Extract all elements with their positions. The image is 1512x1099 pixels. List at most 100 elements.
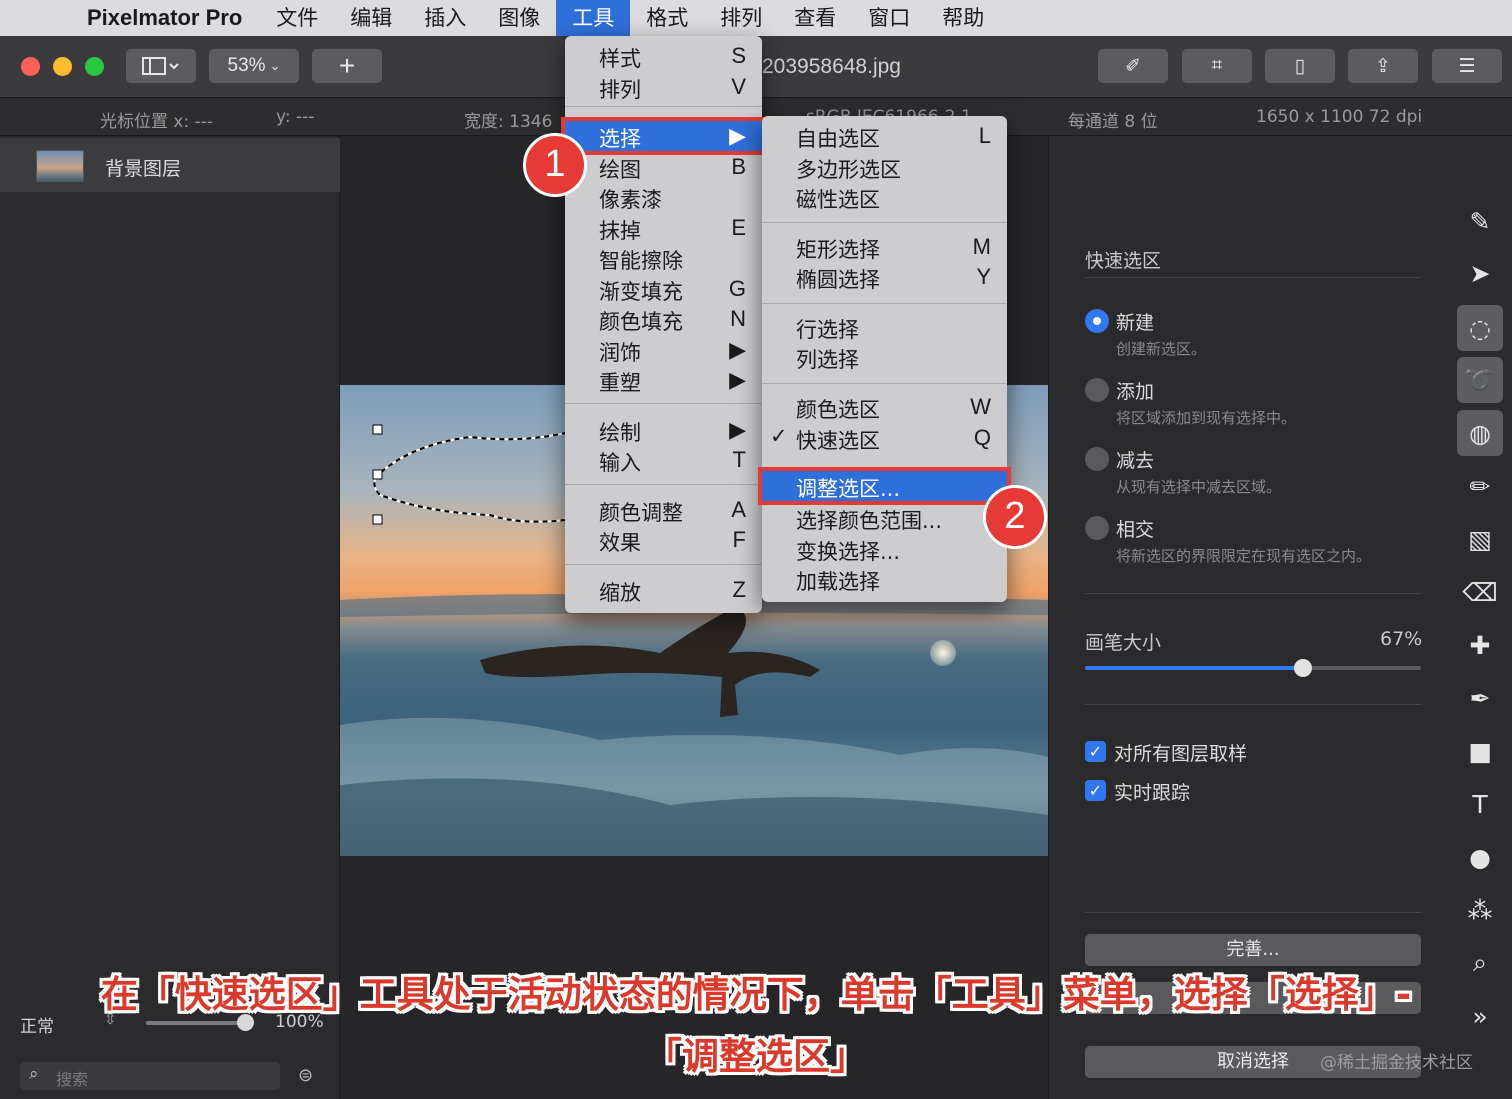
minimize-window-button[interactable] [53, 57, 72, 76]
paint-tools-button[interactable]: ✐ [1098, 49, 1168, 83]
submenu-item-polygon[interactable]: 多边形选区 [762, 152, 1007, 182]
layer-row[interactable]: 背景图层 [0, 138, 340, 192]
submenu-item-refine-selection[interactable]: 调整选区... [758, 467, 1011, 505]
submenu-item-rectangle[interactable]: 矩形选择 M [762, 232, 1007, 262]
live-tracking-checkbox[interactable]: ✓ [1085, 780, 1106, 801]
menu-item-smart-erase[interactable]: 智能擦除 [565, 243, 762, 273]
sample-all-layers-label: 对所有图层取样 [1114, 743, 1248, 765]
brush-size-slider[interactable] [1085, 659, 1421, 677]
app-menu[interactable]: Pixelmator Pro [50, 5, 260, 31]
zoom-value: 53% [227, 55, 266, 76]
submenu-item-ellipse[interactable]: 椭圆选择 Y [762, 262, 1007, 292]
separator [565, 564, 762, 565]
zoom-dropdown[interactable]: 53% ⌄ [209, 49, 299, 83]
document-icon: ▯ [1294, 55, 1306, 77]
menu-view[interactable]: 查看 [778, 0, 852, 36]
menu-item-draw[interactable]: 绘制 ▶ [565, 415, 762, 445]
submenu-item-quick-select[interactable]: ✓ 快速选区 Q [762, 423, 1007, 453]
menu-item-erase[interactable]: 抹掉 E [565, 213, 762, 243]
refine-button[interactable]: 完善... [1085, 934, 1421, 966]
quick-selection-tool-icon[interactable]: ◍ [1457, 410, 1503, 456]
mode-subtract-label: 减去 [1116, 450, 1155, 472]
menu-item-label: 自由选区 [796, 127, 880, 151]
menu-item-color-fill[interactable]: 颜色填充 N [565, 304, 762, 334]
paint-brush-tool-icon[interactable]: ✏ [1457, 463, 1503, 509]
gradient-tool-icon[interactable]: ▧ [1457, 516, 1503, 562]
type-tool-icon[interactable]: T [1457, 781, 1503, 827]
pen-tool-icon[interactable]: ✒ [1457, 675, 1503, 721]
crop-button[interactable]: ⌗ [1182, 49, 1252, 83]
menu-item-effects[interactable]: 效果 F [565, 525, 762, 555]
menu-item-label: 调整选区... [796, 477, 901, 501]
menu-image[interactable]: 图像 [482, 0, 556, 36]
menu-item-retouch[interactable]: 润饰 ▶ [565, 335, 762, 365]
sidebar-toggle-button[interactable] [126, 49, 196, 83]
menu-item-arrange[interactable]: 排列 V [565, 72, 762, 102]
lasso-tool-icon[interactable]: ➰ [1457, 357, 1503, 403]
shortcut: W [970, 394, 991, 419]
menu-item-pixel-paint[interactable]: 像素漆 [565, 182, 762, 212]
brush-icon: ✐ [1125, 55, 1141, 77]
menu-insert[interactable]: 插入 [408, 0, 482, 36]
submenu-item-transform[interactable]: 变换选择... [762, 534, 1007, 564]
submenu-item-row[interactable]: 行选择 [762, 312, 1007, 342]
style-tool-icon[interactable]: ✎ [1457, 198, 1503, 244]
menu-help[interactable]: 帮助 [926, 0, 1000, 36]
menu-item-gradient-fill[interactable]: 渐变填充 G [565, 274, 762, 304]
submenu-item-column[interactable]: 列选择 [762, 342, 1007, 372]
shape-tool-icon[interactable]: ■ [1457, 728, 1503, 774]
checkmark-icon: ✓ [770, 424, 788, 448]
color-adjust-tool-icon[interactable]: ● [1457, 834, 1503, 880]
effects-tool-icon[interactable]: ⁂ [1457, 887, 1503, 933]
menu-item-reshape[interactable]: 重塑 ▶ [565, 365, 762, 395]
menu-item-label: 磁性选区 [796, 188, 880, 212]
menu-item-paint[interactable]: 绘图 B [565, 152, 762, 182]
submenu-item-magnetic[interactable]: 磁性选区 [762, 182, 1007, 212]
menu-item-color-adjust[interactable]: 颜色调整 A [565, 495, 762, 525]
mode-intersect-radio[interactable] [1085, 516, 1109, 540]
submenu-item-color-select[interactable]: 颜色选区 W [762, 392, 1007, 422]
menu-item-select[interactable]: 选择 ▶ [561, 117, 766, 155]
shortcut: S [731, 43, 746, 68]
arrange-tool-icon[interactable]: ➤ [1457, 250, 1503, 296]
menu-item-type[interactable]: 输入 T [565, 445, 762, 475]
menu-tools[interactable]: 工具 [556, 0, 631, 36]
zoom-window-button[interactable] [85, 57, 104, 76]
marquee-tool-icon[interactable]: ◌ [1457, 305, 1503, 351]
mode-new-radio[interactable] [1085, 309, 1109, 333]
share-button[interactable]: ⇪ [1348, 49, 1418, 83]
menu-arrange[interactable]: 排列 [704, 0, 778, 36]
menu-item-label: 颜色填充 [599, 310, 683, 334]
menu-item-label: 重塑 [599, 371, 641, 395]
retouch-tool-icon[interactable]: ✚ [1457, 622, 1503, 668]
chevron-down-icon: ⌄ [269, 58, 281, 73]
mode-add-radio[interactable] [1085, 378, 1109, 402]
sample-all-layers-checkbox[interactable]: ✓ [1085, 741, 1106, 762]
image-size: 1650 x 1100 72 dpi [1256, 107, 1423, 127]
menu-item-label: 选择颜色范围... [796, 509, 943, 533]
menu-file[interactable]: 文件 [260, 0, 334, 36]
menu-format[interactable]: 格式 [630, 0, 704, 36]
adjustments-button[interactable]: ☰ [1432, 49, 1502, 83]
menu-item-label: 绘制 [599, 421, 641, 445]
submenu-item-freeform[interactable]: 自由选区 L [762, 121, 1007, 151]
menu-edit[interactable]: 编辑 [334, 0, 408, 36]
menu-window[interactable]: 窗口 [852, 0, 926, 36]
close-window-button[interactable] [21, 57, 40, 76]
tools-menu: 样式 S 排列 V 选择 ▶ 绘图 B 像素漆 抹掉 E 智能擦除 渐变填充 G 颜色填充 N… [561, 36, 766, 613]
separator [565, 403, 762, 404]
menu-item-label: 加载选择 [796, 570, 880, 594]
mode-subtract-radio[interactable] [1085, 447, 1109, 471]
menu-item-style[interactable]: 样式 S [565, 41, 762, 71]
shortcut: Y [976, 264, 991, 289]
document-button[interactable]: ▯ [1265, 49, 1335, 83]
menu-item-zoom[interactable]: 缩放 Z [565, 575, 762, 605]
select-submenu: 自由选区 L 多边形选区 磁性选区 矩形选择 M 椭圆选择 Y 行选择 列选择 颜色选… [758, 116, 1011, 602]
submenu-item-color-range[interactable]: 选择颜色范围... [762, 503, 1007, 533]
eraser-tool-icon[interactable]: ⌫ [1457, 569, 1503, 615]
add-button[interactable]: + [312, 49, 382, 83]
step-badge-2: 2 [983, 485, 1047, 549]
menu-item-label: 选择 [599, 127, 641, 151]
submenu-item-load[interactable]: 加载选择 [762, 564, 1007, 594]
brush-size-knob[interactable] [1294, 659, 1313, 677]
